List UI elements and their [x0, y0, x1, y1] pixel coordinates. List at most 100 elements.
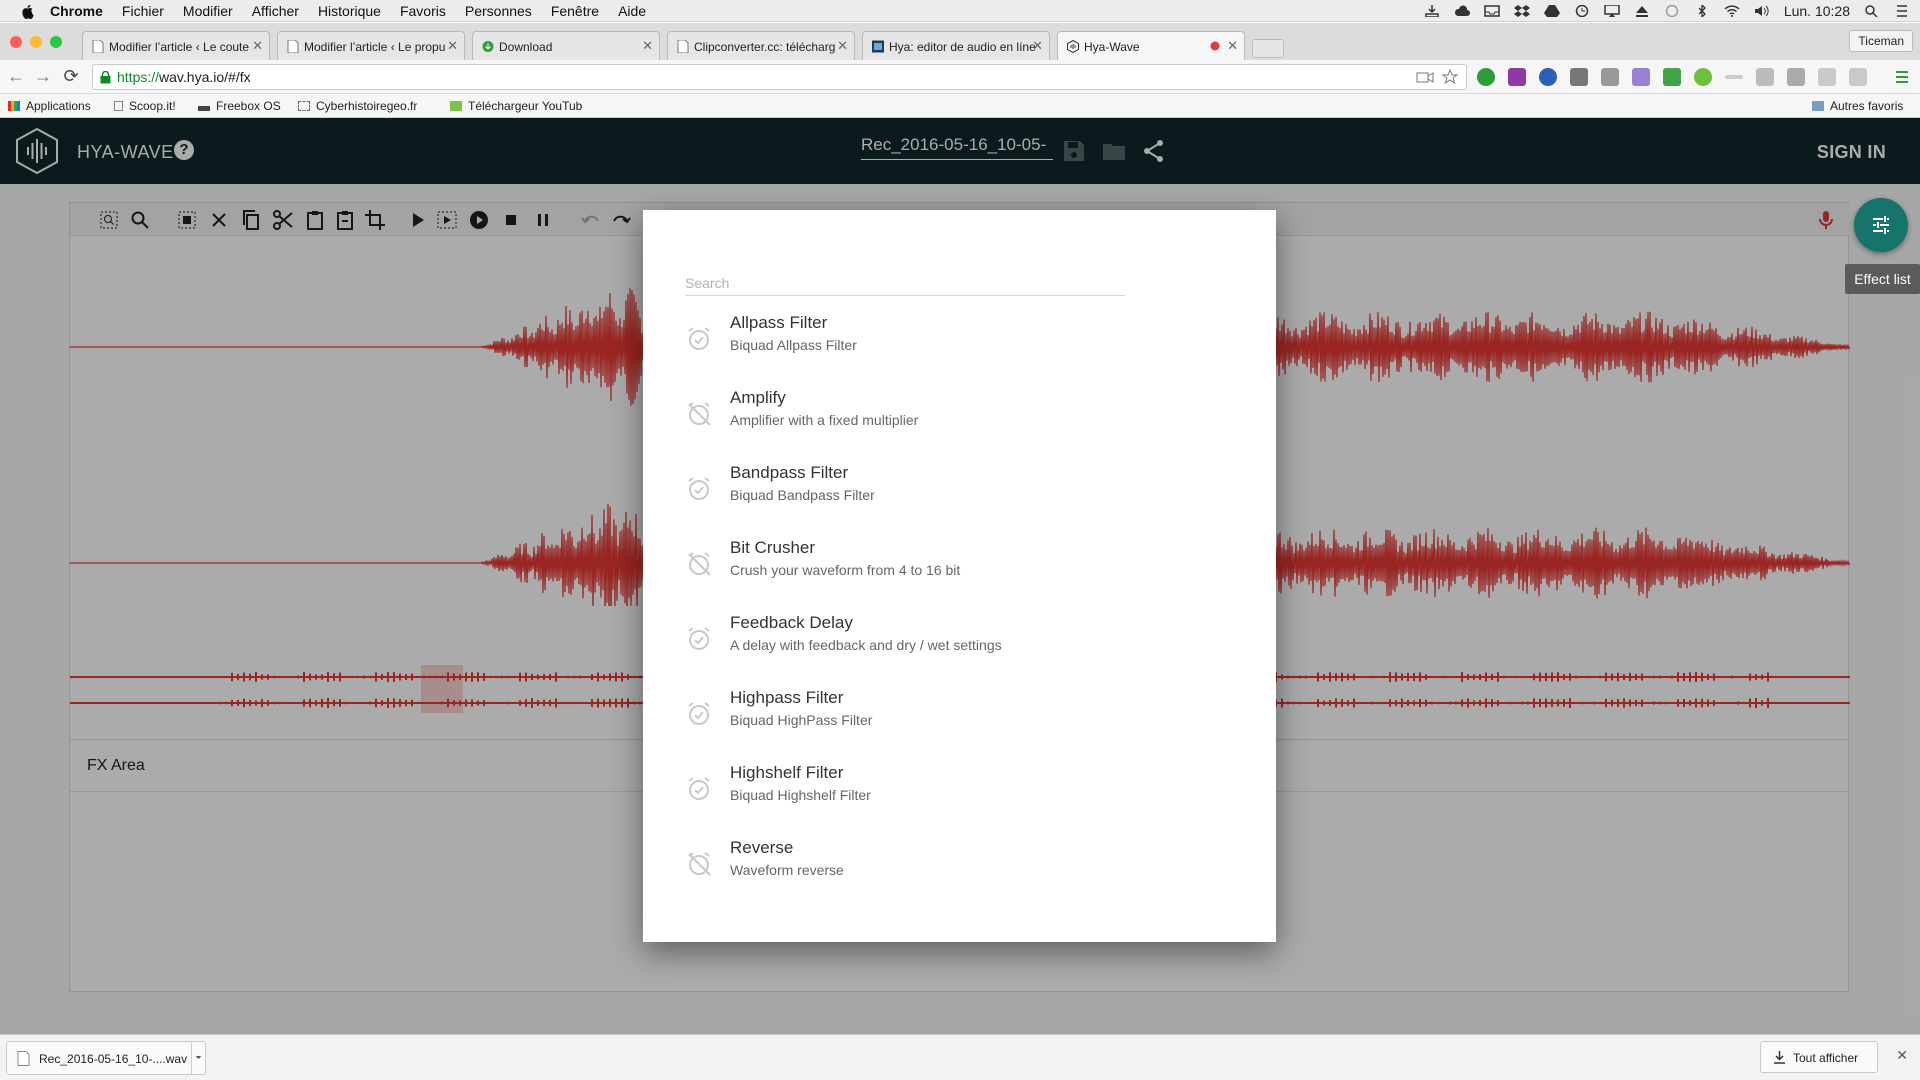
tab-title: Download [499, 40, 553, 54]
effect-list-item[interactable]: Bit Crusher Crush your waveform from 4 to… [643, 538, 1276, 613]
drive-icon[interactable] [1543, 5, 1560, 17]
menu-modifier[interactable]: Modifier [183, 3, 233, 19]
tune-sliders-icon [1873, 216, 1889, 234]
extension-green-dot-icon[interactable] [1694, 68, 1712, 86]
clock-icon[interactable] [1664, 5, 1680, 17]
extension-box-icon[interactable] [1849, 68, 1867, 86]
close-tab-icon[interactable]: ✕ [1032, 38, 1043, 54]
effect-name: Highpass Filter [730, 688, 844, 707]
tab-title: Modifier l’article ‹ Le propu [304, 40, 446, 54]
effect-description: Biquad Highshelf Filter [730, 787, 871, 803]
address-bar[interactable]: https://wav.hya.io/#/fx [92, 64, 1467, 90]
dropbox-icon[interactable] [1513, 5, 1530, 17]
menu-fichier[interactable]: Fichier [122, 3, 164, 19]
extension-evernote-icon[interactable] [1663, 68, 1681, 86]
effect-list-item[interactable]: Allpass Filter Biquad Allpass Filter [643, 313, 1276, 388]
reload-icon[interactable]: ⟳ [61, 66, 81, 86]
bookmark-star-icon[interactable] [1442, 69, 1458, 85]
effect-list-button[interactable] [1854, 198, 1908, 252]
browser-tab-active[interactable]: Hya-Wave ✕ [1057, 31, 1245, 60]
extension-onenote-icon[interactable] [1508, 68, 1526, 86]
cloud-icon[interactable] [1454, 5, 1470, 17]
back-arrow-icon[interactable]: ← [6, 66, 26, 86]
extension-rss-icon[interactable] [1818, 68, 1836, 86]
extension-n-icon[interactable] [1787, 68, 1805, 86]
browser-tab-1[interactable]: Modifier l’article ‹ Le coute ✕ [82, 31, 270, 60]
alarm-off-icon [688, 552, 711, 576]
window-minimize-button[interactable] [30, 36, 42, 48]
menu-favoris[interactable]: Favoris [400, 3, 446, 19]
browser-tab-2[interactable]: Modifier l’article ‹ Le propu ✕ [277, 31, 465, 60]
effect-description: Crush your waveform from 4 to 16 bit [730, 562, 961, 578]
close-downloads-bar-icon[interactable]: ✕ [1896, 1047, 1908, 1064]
profile-button[interactable]: Ticeman [1849, 30, 1913, 52]
browser-tab-5[interactable]: Hya: editor de audio en líne ✕ [862, 31, 1050, 60]
tab-title: Hya-Wave [1084, 40, 1140, 54]
effect-list-item[interactable]: Feedback Delay A delay with feedback and … [643, 613, 1276, 688]
effect-list-item[interactable]: Highshelf Filter Biquad Highshelf Filter [643, 763, 1276, 838]
eject-icon[interactable] [1634, 5, 1650, 17]
effect-search-input[interactable] [685, 270, 1125, 296]
close-tab-icon[interactable]: ✕ [1227, 38, 1238, 54]
bookmark-cyberhistoiregeo[interactable]: Cyberhistoiregeo.fr [298, 99, 417, 113]
download-icon [1774, 1051, 1785, 1064]
bluetooth-icon[interactable] [1694, 5, 1710, 17]
volume-icon[interactable] [1754, 5, 1770, 17]
close-tab-icon[interactable]: ✕ [837, 38, 848, 54]
download-menu-chevron-icon[interactable] [191, 1042, 205, 1074]
effect-list-item[interactable]: Reverse Waveform reverse [643, 838, 1276, 913]
window-zoom-button[interactable] [50, 36, 62, 48]
extension-gray-icon[interactable] [1756, 68, 1774, 86]
airplay-icon[interactable] [1604, 5, 1620, 17]
close-tab-icon[interactable]: ✕ [447, 38, 458, 54]
alarm-off-icon [688, 402, 711, 426]
time-machine-icon[interactable] [1574, 5, 1590, 17]
menu-afficher[interactable]: Afficher [252, 3, 299, 19]
effect-list-item[interactable]: Amplify Amplifier with a fixed multiplier [643, 388, 1276, 463]
extension-camera-icon[interactable] [1601, 68, 1619, 86]
show-all-downloads-button[interactable]: Tout afficher [1760, 1041, 1878, 1073]
extension-puzzle-icon[interactable] [1570, 68, 1588, 86]
effect-list-item[interactable]: Highpass Filter Biquad HighPass Filter [643, 688, 1276, 763]
bookmark-other-favorites[interactable]: Autres favoris [1812, 99, 1903, 113]
inbox-icon[interactable] [1484, 5, 1500, 17]
menu-historique[interactable]: Historique [318, 3, 381, 19]
tab-title: Hya: editor de audio en líne [889, 40, 1036, 54]
notification-center-icon[interactable] [1894, 5, 1910, 17]
menu-fenetre[interactable]: Fenêtre [551, 3, 599, 19]
camera-blocked-icon[interactable] [1416, 70, 1434, 84]
menu-clock[interactable]: Lun. 10:28 [1784, 3, 1850, 19]
close-tab-icon[interactable]: ✕ [642, 38, 653, 54]
browser-tab-strip: Modifier l’article ‹ Le coute ✕ Modifier… [0, 23, 1920, 60]
bookmark-youtube-downloader[interactable]: Téléchargeur YouTub [450, 99, 582, 113]
browser-tab-4[interactable]: Clipconverter.cc: télécharg ✕ [667, 31, 855, 60]
extension-dash-icon[interactable] [1725, 75, 1743, 79]
extension-k-icon[interactable] [1539, 68, 1557, 86]
effect-list-item[interactable]: Bandpass Filter Biquad Bandpass Filter [643, 463, 1276, 538]
bookmark-applications[interactable]: Applications [8, 99, 91, 113]
effect-description: Waveform reverse [730, 862, 844, 878]
window-close-button[interactable] [10, 36, 22, 48]
browser-toolbar: ← → ⟳ https://wav.hya.io/#/fx [0, 60, 1920, 94]
forward-arrow-icon[interactable]: → [33, 66, 53, 86]
bookmark-scoopit[interactable]: Scoop.it! [114, 99, 176, 113]
download-item[interactable]: Rec_2016-05-16_10-....wav [6, 1041, 206, 1075]
bookmark-label: Cyberhistoiregeo.fr [316, 99, 418, 113]
extension-pen-icon[interactable] [1632, 68, 1650, 86]
new-tab-button[interactable] [1252, 39, 1284, 58]
browser-tab-3[interactable]: Download ✕ [472, 31, 660, 60]
spotlight-search-icon[interactable] [1864, 5, 1880, 17]
menu-personnes[interactable]: Personnes [465, 3, 532, 19]
menu-app-chrome[interactable]: Chrome [50, 3, 103, 19]
menu-aide[interactable]: Aide [618, 3, 646, 19]
effect-name: Bit Crusher [730, 538, 816, 557]
download-tray-icon[interactable] [1424, 5, 1440, 17]
apple-menu-icon[interactable] [20, 3, 36, 19]
bookmark-freebox[interactable]: Freebox OS [198, 99, 281, 113]
wifi-icon[interactable] [1724, 5, 1740, 17]
close-tab-icon[interactable]: ✕ [252, 38, 263, 54]
page-icon [287, 40, 299, 53]
chrome-menu-icon[interactable] [1894, 68, 1910, 86]
extension-download-icon[interactable] [1477, 68, 1495, 86]
download-file-name: Rec_2016-05-16_10-....wav [39, 1052, 188, 1066]
